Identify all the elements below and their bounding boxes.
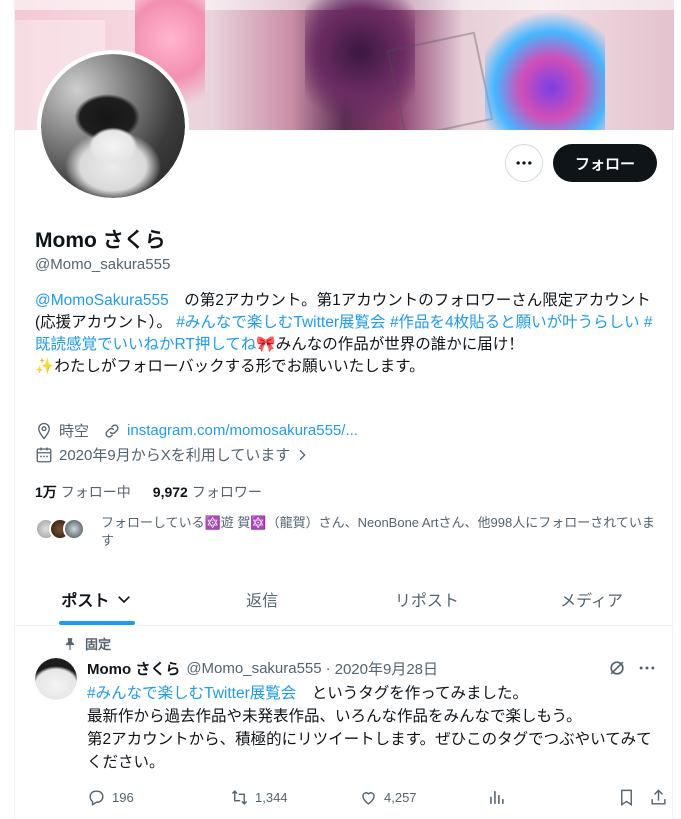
tweet-text: #みんなで楽しむTwitter展覧会 というタグを作ってみました。 最新作から過… [87, 685, 652, 771]
profile-handle: @Momo_sakura555 [35, 256, 171, 273]
tweet-more-icon[interactable] [637, 658, 657, 678]
views-chart-icon [490, 791, 504, 804]
bio-hashtag-link[interactable]: #みんなで楽しむTwitter展覧会 [176, 314, 385, 331]
pin-icon [65, 637, 75, 650]
views-button[interactable] [487, 788, 512, 807]
pinned-indicator: 固定 [63, 634, 111, 653]
bio-hashtag-link[interactable]: #作品を4枚貼ると願いが叶うらしい [390, 314, 640, 331]
share-icon [651, 789, 666, 805]
more-dots-icon [516, 161, 532, 165]
grok-icon[interactable] [607, 658, 627, 678]
known-followers[interactable]: フォローしている🔯遊 賀🔯（龍賀）さん、NeonBone Artさん、他998人… [35, 514, 665, 550]
tweet-header: Momo さくら @Momo_sakura555 · 2020年9月28日 [87, 658, 439, 679]
ribbon-emoji: 🎀 [256, 336, 276, 353]
tweet-author-handle[interactable]: @Momo_sakura555 [186, 660, 321, 677]
follow-button[interactable]: フォロー [553, 144, 657, 182]
repost-icon [231, 790, 248, 805]
profile-website-link[interactable]: instagram.com/momosakura555/... [127, 422, 358, 439]
profile-meta-row: 時空 instagram.com/momosakura555/... [35, 420, 358, 441]
known-followers-avatars [35, 514, 95, 540]
bookmark-icon [621, 789, 632, 806]
avatar [63, 518, 85, 540]
calendar-icon [36, 447, 52, 462]
sparkle-emoji: ✨ [35, 358, 55, 375]
follow-counts: 1万 フォロー中 9,972 フォロワー [35, 482, 262, 502]
bio-mention-link[interactable]: @MomoSakura555 [35, 292, 169, 309]
profile-avatar[interactable] [37, 50, 189, 202]
link-icon [105, 423, 119, 438]
profile-tabs: ポスト 返信 リポスト メディア [15, 572, 674, 626]
tweet-date[interactable]: 2020年9月28日 [335, 658, 438, 679]
tweet-author-name[interactable]: Momo さくら [87, 658, 180, 679]
reply-icon [89, 790, 104, 806]
profile-joined-date: 2020年9月からXを利用しています [59, 447, 291, 464]
tweet-actions: 196 1,344 4,257 [87, 788, 666, 810]
heart-icon [362, 792, 375, 805]
tweet-hashtag-link[interactable]: #みんなで楽しむTwitter展覧会 [87, 685, 296, 702]
tab-posts[interactable]: ポスト [15, 572, 180, 625]
tab-replies[interactable]: 返信 [180, 572, 345, 625]
profile-joined-row[interactable]: 2020年9月からXを利用しています [35, 444, 316, 465]
more-options-button[interactable] [505, 144, 543, 182]
share-button[interactable] [649, 788, 674, 807]
profile-bio: @MomoSakura555 の第2アカウント。第1アカウントのフォロワーさん限… [35, 292, 653, 375]
tab-reposts[interactable]: リポスト [345, 572, 510, 625]
reply-button[interactable]: 196 [87, 788, 134, 807]
followers-count-link[interactable]: 9,972 フォロワー [153, 482, 262, 502]
tweet-avatar[interactable] [35, 658, 77, 700]
following-count-link[interactable]: 1万 フォロー中 [35, 482, 131, 502]
profile-location: 時空 [59, 423, 90, 440]
chevron-down-icon [118, 595, 131, 603]
location-pin-icon [38, 422, 50, 440]
bookmark-button[interactable] [617, 788, 642, 807]
known-followers-text: フォローしている🔯遊 賀🔯（龍賀）さん、NeonBone Artさん、他998人… [101, 515, 655, 548]
repost-button[interactable]: 1,344 [230, 788, 288, 807]
like-button[interactable]: 4,257 [359, 788, 417, 807]
profile-name: Momo さくら [35, 229, 166, 252]
profile-page: フォロー Momo さくら @Momo_sakura555 @MomoSakur… [14, 0, 674, 819]
chevron-right-icon [299, 449, 306, 460]
tab-media[interactable]: メディア [509, 572, 674, 625]
